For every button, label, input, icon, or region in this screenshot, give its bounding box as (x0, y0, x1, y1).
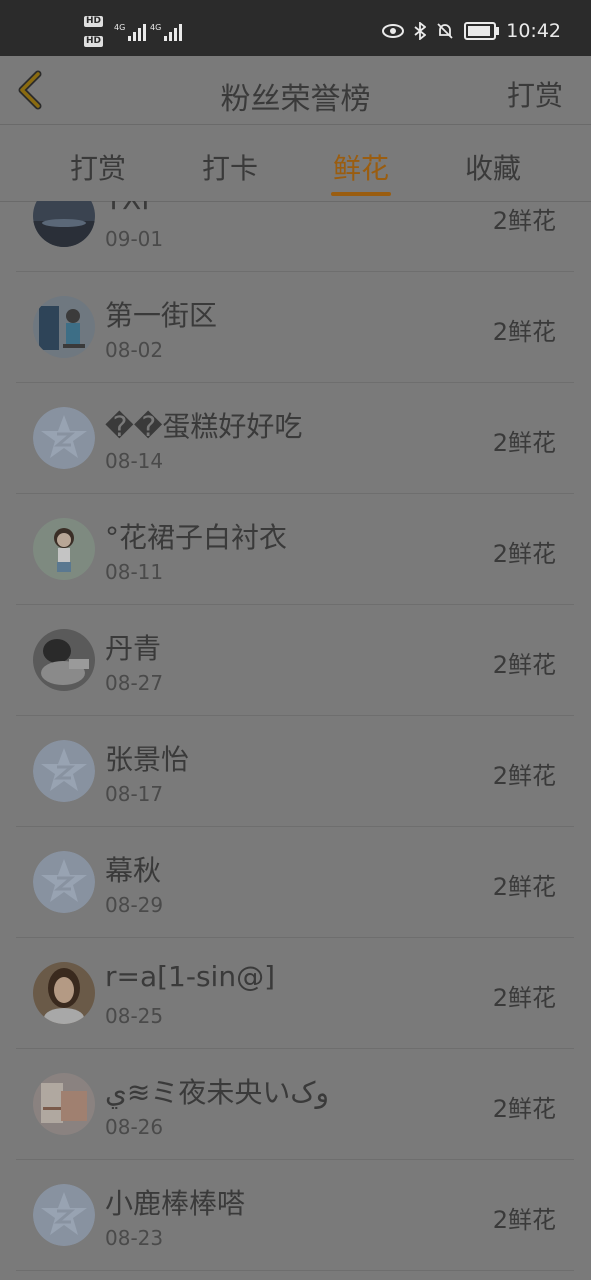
fan-date: 08-17 (105, 782, 164, 806)
fan-date: 08-26 (105, 1115, 164, 1139)
status-bar: HD HD 4G 4G 10:42 (0, 0, 591, 56)
list-item[interactable]: ي≋ミ夜未央いوک 08-26 2鲜花 (16, 1049, 574, 1160)
tab-reward[interactable]: 打赏 (53, 147, 143, 187)
default-avatar-icon (33, 407, 95, 469)
active-tab-indicator (331, 192, 391, 196)
fan-name: 张景怡 (105, 743, 190, 776)
flower-count: 2鲜花 (492, 318, 556, 346)
fan-name: TXF (105, 201, 157, 216)
fan-date: 09-01 (105, 227, 164, 251)
avatar (33, 407, 95, 469)
flower-count: 2鲜花 (492, 984, 556, 1012)
nav-header: 粉丝荣誉榜 打赏 (0, 56, 591, 125)
fan-name: 幕秋 (105, 854, 162, 887)
fan-name: 小鹿棒棒嗒 (105, 1187, 246, 1220)
tab-bar: 打赏 打卡 鲜花 收藏 (0, 125, 591, 202)
avatar (33, 740, 95, 802)
mute-bell-icon (437, 23, 453, 39)
fan-date: 08-25 (105, 1004, 164, 1028)
avatar (33, 518, 95, 580)
fan-date: 08-14 (105, 449, 164, 473)
book-cover-photo-icon (33, 1073, 95, 1135)
flower-count: 2鲜花 (492, 1095, 556, 1123)
fan-name: ي≋ミ夜未央いوک (105, 1076, 329, 1109)
fan-name: °花裙子白衬衣 (105, 521, 288, 554)
flower-count: 2鲜花 (492, 651, 556, 679)
list-item[interactable]: r=a[1-sin@] 08-25 2鲜花 (16, 938, 574, 1049)
bluetooth-icon (414, 22, 427, 40)
list-item[interactable]: 幕秋 08-29 2鲜花 (16, 827, 574, 938)
list-item[interactable]: 张景怡 08-17 2鲜花 (16, 716, 574, 827)
fan-date: 08-29 (105, 893, 164, 917)
default-avatar-icon (33, 851, 95, 913)
fan-date: 08-02 (105, 338, 164, 362)
list-item[interactable]: 小鹿棒棒嗒 08-23 2鲜花 (16, 1160, 574, 1271)
tab-favorites[interactable]: 收藏 (448, 147, 538, 187)
avatar (33, 1073, 95, 1135)
avatar (33, 1184, 95, 1246)
eye-icon (382, 24, 405, 38)
signal-icon: 4G (114, 23, 146, 41)
status-right: 10:42 (382, 20, 561, 42)
person-photo-icon (33, 296, 95, 358)
avatar (33, 962, 95, 1024)
fan-name: 第一街区 (105, 299, 218, 332)
fan-name: r=a[1-sin@] (105, 960, 276, 993)
flower-count: 2鲜花 (492, 540, 556, 568)
tab-checkin[interactable]: 打卡 (185, 147, 275, 187)
woman-portrait-icon (33, 962, 95, 1024)
list-item[interactable]: TXF 09-01 2鲜花 (16, 201, 574, 272)
default-avatar-icon (33, 1184, 95, 1246)
signal-icon: 4G (150, 23, 182, 41)
fan-name: ��蛋糕好好吃 (105, 410, 303, 443)
cartoon-girl-icon (33, 518, 95, 580)
hd-badge: HD (84, 16, 104, 27)
list-item[interactable]: 丹青 08-27 2鲜花 (16, 605, 574, 716)
svg-text:4G: 4G (150, 23, 161, 32)
tab-flowers[interactable]: 鲜花 (316, 147, 406, 187)
list-item[interactable]: 第一街区 08-02 2鲜花 (16, 272, 574, 383)
flower-count: 2鲜花 (492, 207, 556, 235)
battery-icon (464, 22, 500, 40)
page-title: 粉丝荣誉榜 (220, 82, 371, 117)
flower-count: 2鲜花 (492, 873, 556, 901)
list-item[interactable]: °花裙子白衬衣 08-11 2鲜花 (16, 494, 574, 605)
bw-portrait-icon (33, 629, 95, 691)
fan-date: 08-27 (105, 671, 164, 695)
ranking-list: TXF 09-01 2鲜花 第一街区 08-02 2鲜花 ��蛋糕好好吃 (0, 201, 591, 1280)
flower-count: 2鲜花 (492, 429, 556, 457)
avatar (33, 851, 95, 913)
hd-badge: HD (84, 36, 104, 47)
flower-count: 2鲜花 (492, 762, 556, 790)
fan-date: 08-23 (105, 1226, 164, 1250)
avatar (33, 201, 95, 247)
flower-count: 2鲜花 (492, 1206, 556, 1234)
list-item[interactable]: ��蛋糕好好吃 08-14 2鲜花 (16, 383, 574, 494)
default-avatar-icon (33, 740, 95, 802)
fan-name: 丹青 (105, 632, 162, 665)
avatar (33, 629, 95, 691)
status-time: 10:42 (506, 20, 561, 42)
tip-action-button[interactable]: 打赏 (507, 74, 563, 114)
landscape-photo-icon (33, 201, 95, 247)
avatar (33, 296, 95, 358)
svg-text:4G: 4G (114, 23, 125, 32)
fan-date: 08-11 (105, 560, 164, 584)
